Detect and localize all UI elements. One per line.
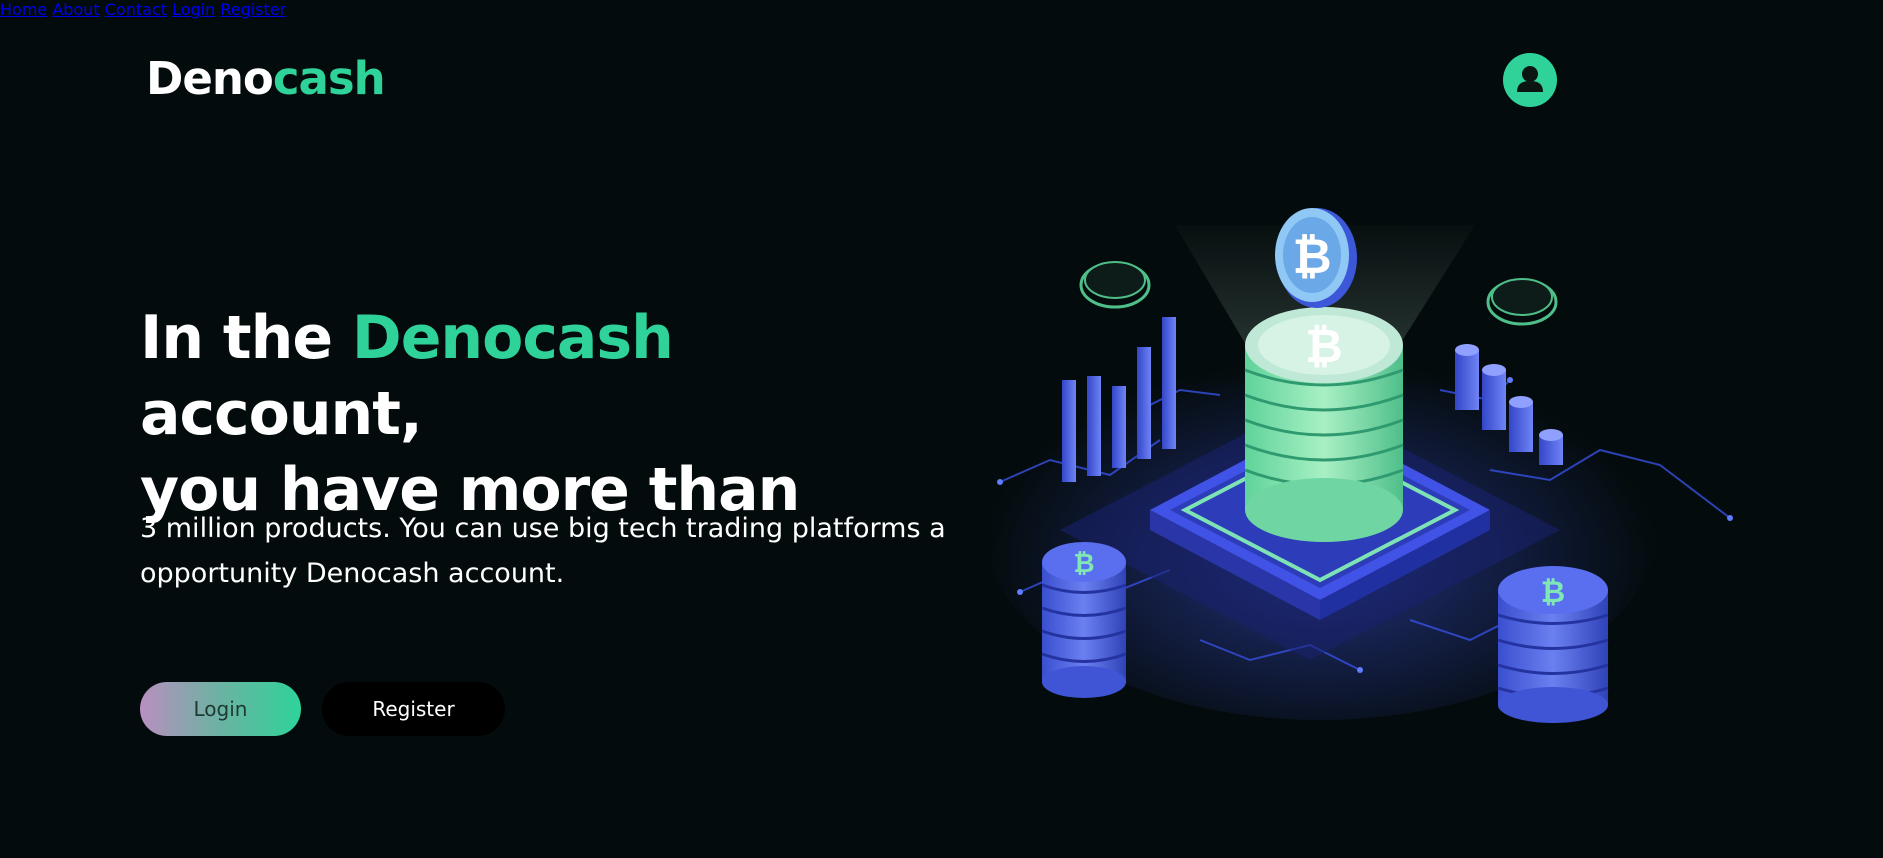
floating-coin-symbol: ₿ [1292, 229, 1331, 285]
hero-login-button[interactable]: Login [140, 682, 301, 736]
central-coin-symbol: ₿ [1305, 319, 1343, 373]
hero-register-button[interactable]: Register [322, 682, 505, 736]
hero-title-part2: account, [140, 379, 423, 449]
nav-contact-link[interactable]: Contact [105, 0, 167, 19]
hero-subtitle-line2: opportunity Denocash account. [140, 558, 565, 589]
hero-title-part1: In the [140, 303, 352, 373]
nav-home-link[interactable]: Home [0, 0, 47, 19]
hero-title-accent: Denocash [351, 303, 674, 373]
nav-register-link[interactable]: Register [220, 0, 286, 19]
hero-subtitle-line1: 3 million products. You can use big tech… [140, 513, 946, 544]
crypto-isometric-illustration: ₿ ₿ ₿ ₿ [990, 208, 1733, 723]
logo-text-accent: cash [272, 52, 386, 105]
left-stack-coin-symbol: ₿ [1073, 549, 1094, 579]
hero-subtitle: 3 million products. You can use big tech… [140, 506, 960, 596]
nav-login-link[interactable]: Login [172, 0, 215, 19]
user-icon[interactable] [1503, 53, 1557, 107]
logo-text-primary: Deno [146, 52, 274, 105]
nav-about-link[interactable]: About [52, 0, 99, 19]
main-nav: Home About Contact Login Register [0, 0, 1883, 107]
right-stack-coin-symbol: ₿ [1541, 575, 1565, 610]
brand-logo[interactable]: Denocash [146, 52, 386, 106]
hero-title: In the Denocash account, you have more t… [140, 300, 960, 528]
